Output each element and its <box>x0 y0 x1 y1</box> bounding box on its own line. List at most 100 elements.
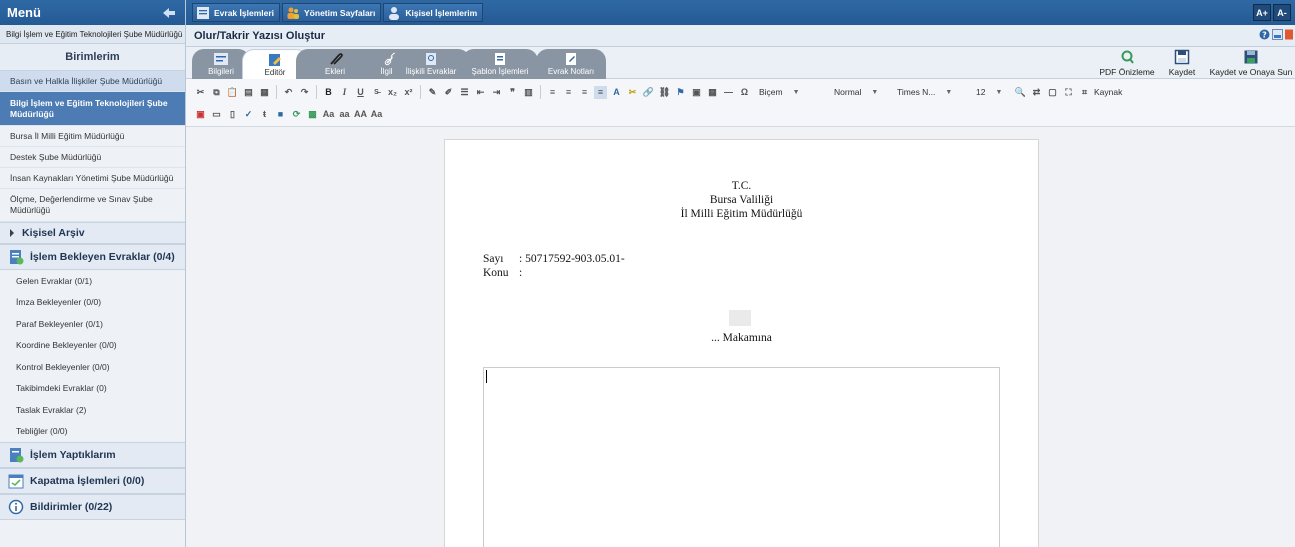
page-break-icon[interactable]: ▯ <box>226 108 239 121</box>
text-color-icon[interactable]: A <box>610 86 623 99</box>
unit-item[interactable]: Destek Şube Müdürlüğü <box>0 147 185 168</box>
replace-icon[interactable]: ⇄ <box>1030 86 1043 99</box>
style-combo[interactable]: Biçem ▼ <box>754 84 826 100</box>
unit-item-selected[interactable]: Bilgi İşlem ve Eğitim Teknolojileri Şube… <box>0 92 185 126</box>
uppercase-button[interactable]: AA <box>354 108 367 121</box>
save-button[interactable]: Kaydet <box>1164 49 1200 77</box>
div-icon[interactable]: ▥ <box>522 86 535 99</box>
floppy-icon <box>1174 49 1190 65</box>
placeholder-box <box>729 310 751 326</box>
unit-item[interactable]: Basın ve Halkla İlişkiler Şube Müdürlüğü <box>0 71 185 92</box>
anchor-icon[interactable]: ⚑ <box>674 86 687 99</box>
horizontal-rule-icon[interactable]: ― <box>722 86 735 99</box>
align-right-icon[interactable]: ≡ <box>578 86 591 99</box>
align-left-icon[interactable]: ≡ <box>546 86 559 99</box>
align-center-icon[interactable]: ≡ <box>562 86 575 99</box>
tab-templates[interactable]: Şablon İşlemleri <box>462 49 538 79</box>
info-icon <box>8 499 24 515</box>
pdf-preview-button[interactable]: PDF Önizleme <box>1094 49 1160 77</box>
frame-icon[interactable]: ▭ <box>210 108 223 121</box>
find-icon[interactable]: 🔍 <box>1014 86 1027 99</box>
format-combo[interactable]: Normal ▼ <box>829 84 889 100</box>
paste-word-icon[interactable]: ▦ <box>258 86 271 99</box>
notifications[interactable]: Bildirimler (0/22) <box>0 494 185 520</box>
select-all-icon[interactable]: ▢ <box>1046 86 1059 99</box>
closing-operations[interactable]: Kapatma İşlemleri (0/0) <box>0 468 185 494</box>
save-and-approve-button[interactable]: Kaydet ve Onaya Sun <box>1206 49 1295 77</box>
pending-item[interactable]: İmza Bekleyenler (0/0) <box>0 292 185 314</box>
undo-icon[interactable]: ↶ <box>282 86 295 99</box>
pdf-icon[interactable]: ▣ <box>194 108 207 121</box>
remove-format-icon[interactable]: ✎ <box>426 86 439 99</box>
edit-document-icon <box>267 53 283 67</box>
close-icon[interactable] <box>1285 29 1293 43</box>
refresh-icon[interactable]: ⟳ <box>290 108 303 121</box>
font-increase-button[interactable]: A+ <box>1253 4 1271 21</box>
addressee[interactable]: ... Makamına <box>445 332 1038 344</box>
copy-icon[interactable]: ⧉ <box>210 86 223 99</box>
font-decrease-button[interactable]: A- <box>1273 4 1291 21</box>
numbered-list-icon[interactable]: ☰ <box>458 86 471 99</box>
documents-menu-button[interactable]: Evrak İşlemleri <box>192 3 281 22</box>
help-icon[interactable]: ? <box>1259 29 1270 43</box>
unit-item[interactable]: İnsan Kaynakları Yönetimi Şube Müdürlüğü <box>0 168 185 189</box>
signature-icon[interactable]: ŧ <box>258 108 271 121</box>
unlink-icon[interactable]: ⛓ <box>658 86 671 99</box>
pending-item[interactable]: Takibimdeki Evraklar (0) <box>0 378 185 400</box>
tab-linked-documents[interactable]: İlişkili Evraklar <box>392 49 470 79</box>
subscript-icon[interactable]: x₂ <box>386 86 399 99</box>
indent-icon[interactable]: ⇥ <box>490 86 503 99</box>
blockquote-icon[interactable]: ❞ <box>506 86 519 99</box>
pending-item[interactable]: Koordine Bekleyenler (0/0) <box>0 335 185 357</box>
maximize-icon[interactable]: ⛶ <box>1062 86 1075 99</box>
redo-icon[interactable]: ↷ <box>298 86 311 99</box>
paste-icon[interactable]: 📋 <box>226 86 239 99</box>
unit-item[interactable]: Bursa İl Milli Eğitim Müdürlüğü <box>0 126 185 147</box>
underline-icon[interactable]: U <box>354 86 367 99</box>
table-icon[interactable]: ▦ <box>706 86 719 99</box>
document-body-input[interactable] <box>483 367 1000 547</box>
pending-item[interactable]: Paraf Bekleyenler (0/1) <box>0 313 185 335</box>
window-controls: ? <box>1259 29 1293 43</box>
image-insert-icon[interactable]: ▩ <box>306 108 319 121</box>
bold-icon[interactable]: B <box>322 86 335 99</box>
pending-documents[interactable]: İşlem Bekleyen Evraklar (0/4) <box>0 244 185 270</box>
source-icon[interactable]: ⌗ <box>1078 86 1091 99</box>
strikethrough-icon[interactable]: S̶ <box>370 86 383 99</box>
font-size-combo[interactable]: 12 ▼ <box>971 84 1011 100</box>
change-case-icon[interactable]: Aa <box>322 108 335 121</box>
personal-menu-button[interactable]: Kişisel İşlemlerim <box>383 3 484 22</box>
lowercase-button[interactable]: aa <box>338 108 351 121</box>
spell-check-icon[interactable]: ✓ <box>242 108 255 121</box>
management-menu-button[interactable]: Yönetim Sayfaları <box>282 3 382 22</box>
document-pending-icon <box>8 249 24 265</box>
outdent-icon[interactable]: ⇤ <box>474 86 487 99</box>
personal-archive[interactable]: Kişisel Arşiv <box>0 222 185 244</box>
tab-notes[interactable]: Evrak Notları <box>536 49 606 79</box>
tab-editor-label: Editör <box>264 68 286 77</box>
template-insert-icon[interactable]: ■ <box>274 108 287 121</box>
pending-item[interactable]: Tebliğler (0/0) <box>0 421 185 443</box>
pending-item[interactable]: Taslak Evraklar (2) <box>0 399 185 421</box>
cut-icon[interactable]: ✂ <box>194 86 207 99</box>
minimize-icon[interactable] <box>1272 29 1283 43</box>
link-toolbar-icon[interactable]: 🔗 <box>642 86 655 99</box>
done-documents[interactable]: İşlem Yaptıklarım <box>0 442 185 468</box>
superscript-icon[interactable]: x² <box>402 86 415 99</box>
sayi-value[interactable]: : 50717592-903.05.01- <box>519 253 625 265</box>
pending-item[interactable]: Kontrol Bekleyenler (0/0) <box>0 356 185 378</box>
pending-item[interactable]: Gelen Evraklar (0/1) <box>0 270 185 292</box>
source-button[interactable]: Kaynak <box>1094 87 1122 97</box>
image-icon[interactable]: ▣ <box>690 86 703 99</box>
align-justify-icon[interactable]: ≡ <box>594 85 607 99</box>
special-char-icon[interactable]: Ω <box>738 86 751 99</box>
unit-item[interactable]: Ölçme, Değerlendirme ve Sınav Şube Müdür… <box>0 189 185 222</box>
italic-icon[interactable]: I <box>338 86 351 99</box>
paste-text-icon[interactable]: ▤ <box>242 86 255 99</box>
collapse-arrow-icon[interactable] <box>159 6 177 20</box>
konu-value[interactable]: : <box>519 267 522 279</box>
format-painter-icon[interactable]: ✐ <box>442 86 455 99</box>
font-combo[interactable]: Times N... ▼ <box>892 84 968 100</box>
background-color-icon[interactable]: ✂ <box>626 86 639 99</box>
titlecase-button[interactable]: Aa <box>370 108 383 121</box>
